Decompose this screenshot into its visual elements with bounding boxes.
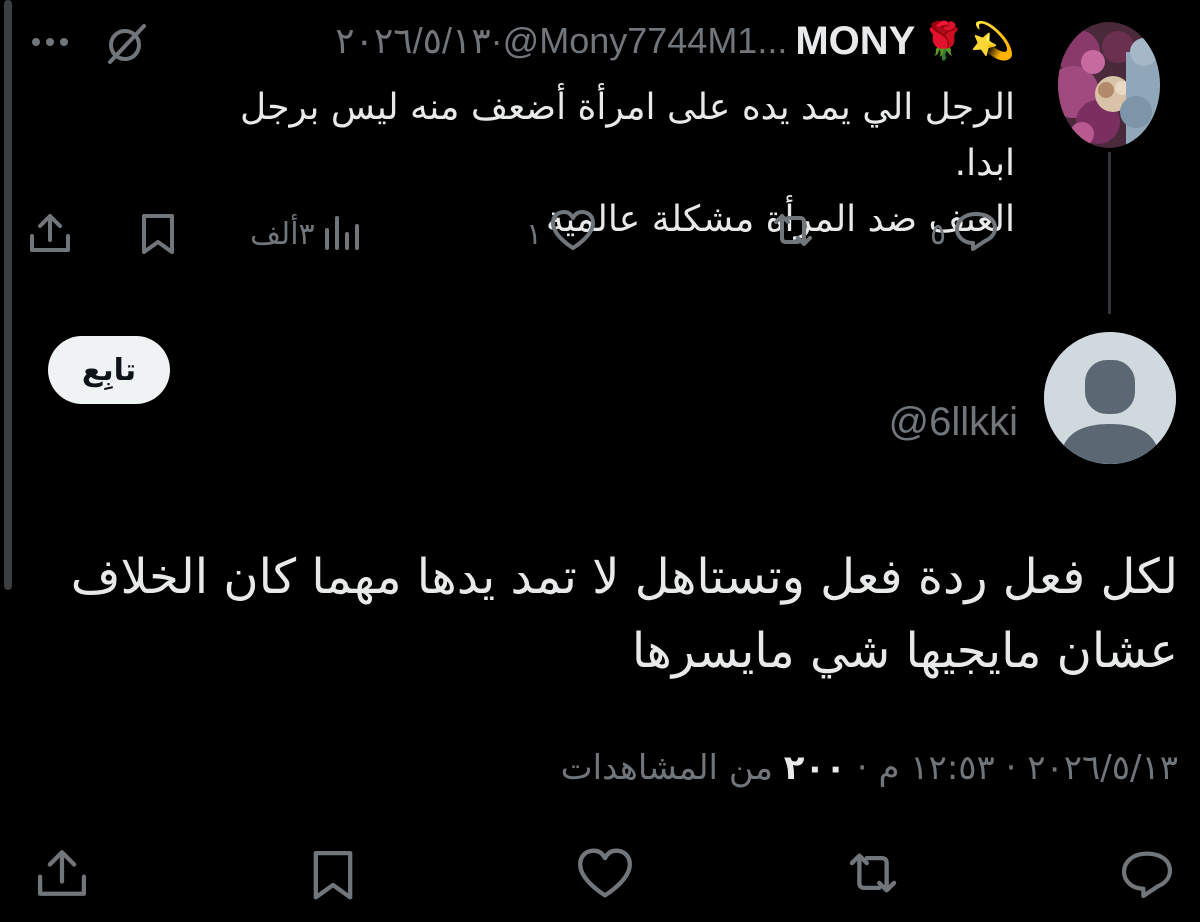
reply-text-line: عشان مايجيها شي مايسرها (631, 623, 1178, 679)
tweet-metadata: ٢٠٢٦/٥/١٣ · ١٢:٥٣ م · ٢٠٠ من المشاهدات (561, 748, 1178, 788)
tweet-date[interactable]: ٢٠٢٦/٥/١٣ (335, 20, 490, 62)
views-action[interactable]: ٣ألف (250, 208, 365, 260)
tweet-text-line: الرجل الي يمد يده على امرأة أضعف منه ليس… (239, 87, 1015, 184)
reply-action[interactable]: ٥ (930, 208, 1000, 260)
share-icon[interactable] (26, 210, 74, 260)
views-count: ٣ألف (250, 216, 315, 252)
heart-icon[interactable] (574, 845, 636, 905)
meta-separator: · (846, 748, 879, 788)
share-icon[interactable] (32, 845, 92, 905)
like-action[interactable]: ١ (526, 208, 598, 260)
reply-count: ٥ (930, 216, 947, 252)
avatar[interactable] (1058, 22, 1160, 148)
retweet-icon (768, 208, 818, 260)
analytics-icon (321, 208, 365, 260)
avatar-photo (1058, 22, 1160, 148)
grok-icon[interactable] (104, 20, 150, 66)
comment-icon[interactable] (1118, 845, 1176, 905)
header-separator: · (490, 20, 503, 61)
comment-icon (952, 208, 1000, 260)
avatar[interactable] (1044, 332, 1176, 464)
retweet-icon[interactable] (842, 845, 904, 905)
heart-icon (548, 208, 598, 260)
rose-emoji: 🌹 (921, 21, 967, 62)
views-count: ٢٠٠ (783, 748, 846, 788)
meta-separator: · (994, 748, 1028, 788)
bookmark-icon[interactable] (136, 210, 180, 260)
views-label: من المشاهدات (560, 748, 773, 788)
display-name[interactable]: MONY (795, 19, 915, 64)
bookmark-icon[interactable] (306, 845, 360, 907)
scrollbar[interactable] (4, 0, 12, 590)
reply-handle[interactable]: @6llkki (888, 400, 1018, 445)
like-count: ١ (526, 216, 543, 252)
tweet-handle[interactable]: @Mony7744M1... (503, 20, 788, 62)
tweet-header: ٢٠٢٦/٥/١٣ · @Mony7744M1... MONY 🌹 💫 (335, 14, 1015, 68)
more-icon[interactable] (28, 22, 72, 62)
tweet-time[interactable]: ١٢:٥٣ م (878, 748, 994, 788)
follow-button[interactable]: تابِع (48, 336, 170, 404)
thread-connector-line (1108, 152, 1111, 314)
default-avatar-icon (1044, 332, 1176, 464)
dizzy-emoji: 💫 (970, 21, 1015, 62)
retweet-action[interactable] (762, 208, 818, 260)
reply-text: لكل فعل ردة فعل وتستاهل لا تمد يدها مهما… (58, 540, 1178, 688)
tweet-date[interactable]: ٢٠٢٦/٥/١٣ (1027, 748, 1178, 788)
reply-text-line: لكل فعل ردة فعل وتستاهل لا تمد يدها مهما… (70, 549, 1178, 605)
